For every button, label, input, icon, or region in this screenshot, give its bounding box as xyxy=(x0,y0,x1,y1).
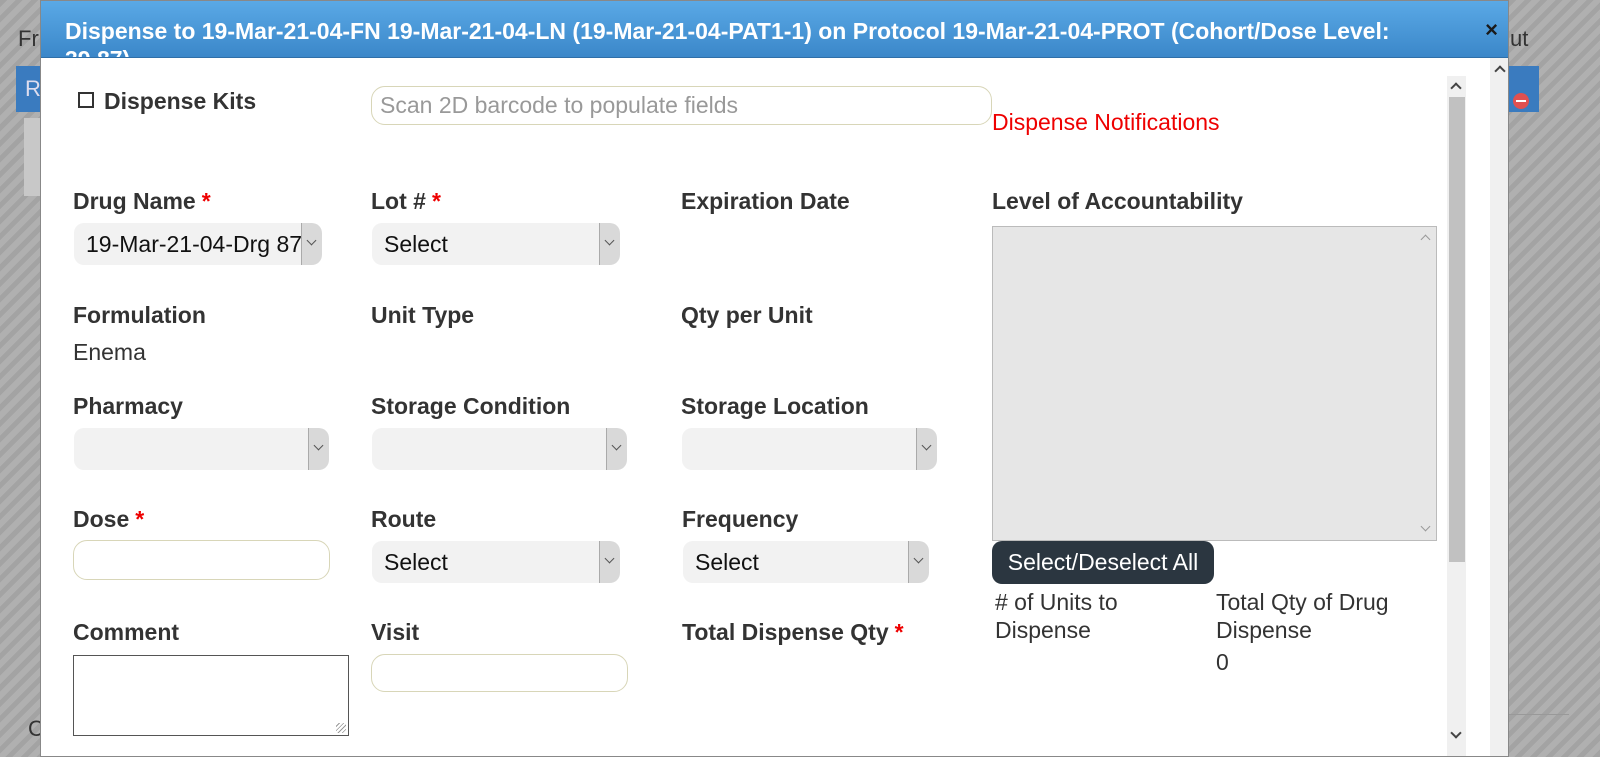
dose-label: Dose * xyxy=(73,506,145,532)
chevron-up-icon[interactable] xyxy=(1420,234,1431,245)
dose-input[interactable] xyxy=(73,540,330,580)
lot-value: Select xyxy=(384,231,448,257)
background-bar-left: R xyxy=(16,66,41,112)
dialog-body: Dispense Kits Dispense Notifications Dru… xyxy=(41,59,1508,756)
comment-label: Comment xyxy=(73,619,180,645)
form-scrollbar-thumb[interactable] xyxy=(1449,97,1465,562)
background-divider xyxy=(1509,714,1569,715)
comment-textarea[interactable] xyxy=(73,655,349,736)
resize-grip-icon[interactable] xyxy=(336,723,346,733)
chevron-down-icon xyxy=(606,428,627,470)
dispense-dialog: Dispense to 19-Mar-21-04-FN 19-Mar-21-04… xyxy=(40,0,1509,757)
background-text-right: ut xyxy=(1510,26,1529,51)
total-qty-drug-dispense-label: Total Qty of Drug Dispense xyxy=(1216,589,1389,643)
formulation-label: Formulation xyxy=(73,302,206,328)
chevron-down-icon xyxy=(908,541,929,583)
unit-type-label: Unit Type xyxy=(371,302,475,328)
background-bar-right xyxy=(1509,66,1539,112)
accountability-scrollbar[interactable] xyxy=(1416,227,1436,540)
lot-label: Lot # * xyxy=(371,188,441,214)
barcode-scan-input[interactable] xyxy=(371,86,992,125)
storage-condition-select[interactable] xyxy=(372,428,627,470)
level-of-accountability-list[interactable] xyxy=(992,226,1437,541)
visit-label: Visit xyxy=(371,619,420,645)
visit-input[interactable] xyxy=(371,654,628,692)
drug-name-select[interactable]: 19-Mar-21-04-Drg 87 xyxy=(74,223,322,265)
background-panel xyxy=(24,118,40,196)
drug-name-value: 19-Mar-21-04-Drg 87 xyxy=(86,231,303,257)
route-value: Select xyxy=(384,549,448,575)
background-bar-letter: R xyxy=(25,76,41,101)
pharmacy-label: Pharmacy xyxy=(73,393,183,419)
route-select[interactable]: Select xyxy=(372,541,620,583)
storage-condition-label: Storage Condition xyxy=(371,393,571,419)
dispense-kits-label: Dispense Kits xyxy=(104,88,257,114)
formulation-value: Enema xyxy=(73,339,146,365)
drug-name-label: Drug Name * xyxy=(73,188,211,214)
remove-icon xyxy=(1513,93,1529,109)
dialog-title: Dispense to 19-Mar-21-04-FN 19-Mar-21-04… xyxy=(65,18,1390,57)
chevron-down-icon xyxy=(301,223,322,265)
qty-per-unit-label: Qty per Unit xyxy=(681,302,813,328)
chevron-down-icon xyxy=(308,428,329,470)
dialog-scrollbar[interactable] xyxy=(1490,58,1508,756)
pharmacy-select[interactable] xyxy=(74,428,329,470)
dispense-kits-checkbox[interactable] xyxy=(78,92,94,108)
chevron-down-icon xyxy=(599,223,620,265)
expiration-date-label: Expiration Date xyxy=(681,188,850,214)
frequency-value: Select xyxy=(695,549,759,575)
storage-location-label: Storage Location xyxy=(681,393,869,419)
total-dispense-qty-label: Total Dispense Qty * xyxy=(682,619,904,645)
storage-location-select[interactable] xyxy=(682,428,937,470)
lot-select[interactable]: Select xyxy=(372,223,620,265)
dispense-notifications-label: Dispense Notifications xyxy=(992,109,1220,135)
chevron-down-icon[interactable] xyxy=(1420,521,1431,532)
total-qty-drug-dispense-value: 0 xyxy=(1216,649,1229,675)
level-of-accountability-label: Level of Accountability xyxy=(992,188,1243,214)
chevron-down-icon xyxy=(599,541,620,583)
frequency-select[interactable]: Select xyxy=(683,541,929,583)
route-label: Route xyxy=(371,506,437,532)
scroll-up-icon[interactable] xyxy=(1494,65,1506,77)
dialog-header: Dispense to 19-Mar-21-04-FN 19-Mar-21-04… xyxy=(41,1,1508,58)
close-icon[interactable]: × xyxy=(1485,17,1498,43)
background-text-left: Fr xyxy=(18,26,39,51)
units-to-dispense-label: # of Units to Dispense xyxy=(995,589,1118,643)
select-deselect-all-button[interactable]: Select/Deselect All xyxy=(992,541,1214,584)
chevron-down-icon xyxy=(916,428,937,470)
frequency-label: Frequency xyxy=(682,506,799,532)
